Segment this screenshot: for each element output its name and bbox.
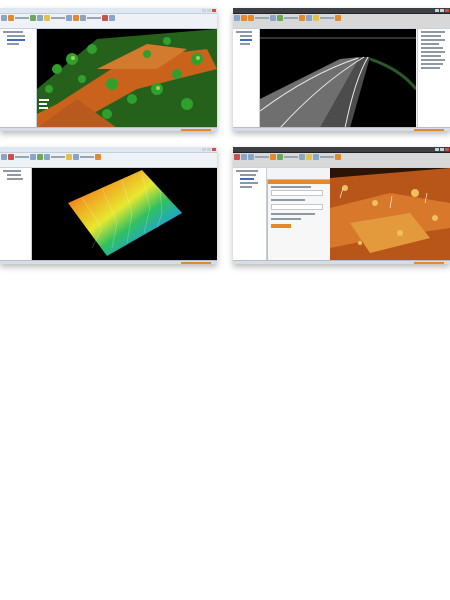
tool-icon[interactable] <box>306 154 312 160</box>
3d-viewport[interactable] <box>32 168 217 261</box>
project-tree[interactable] <box>0 168 32 264</box>
properties-panel[interactable] <box>417 29 450 131</box>
tool-icon[interactable] <box>270 154 276 160</box>
open-icon[interactable] <box>1 15 7 21</box>
window-controls[interactable] <box>202 9 216 12</box>
tool-icon[interactable] <box>30 15 36 21</box>
project-tree[interactable] <box>233 168 267 264</box>
status-bar <box>0 127 217 131</box>
tool-icon[interactable] <box>73 154 79 160</box>
tool-icon[interactable] <box>66 15 72 21</box>
3d-viewport[interactable] <box>330 168 450 261</box>
window-controls[interactable] <box>435 9 449 12</box>
status-bar <box>233 127 450 131</box>
tool-icon[interactable] <box>234 15 240 21</box>
screenshot-point-cloud <box>233 147 450 264</box>
tool-icon[interactable] <box>335 154 341 160</box>
tool-icon[interactable] <box>248 154 254 160</box>
ribbon-toolbar[interactable] <box>0 14 217 29</box>
tool-icon[interactable] <box>299 15 305 21</box>
tool-icon[interactable] <box>299 154 305 160</box>
tool-icon[interactable] <box>37 15 43 21</box>
ribbon-toolbar[interactable] <box>233 153 450 168</box>
tool-icon[interactable] <box>234 154 240 160</box>
3d-viewport[interactable] <box>37 29 217 128</box>
3d-viewport[interactable] <box>260 29 416 128</box>
status-bar <box>233 260 450 264</box>
tool-icon[interactable] <box>1 154 7 160</box>
tool-icon[interactable] <box>335 15 341 21</box>
status-bar <box>0 260 217 264</box>
screenshot-terrain-city <box>0 8 217 131</box>
tool-icon[interactable] <box>313 154 319 160</box>
ribbon-toolbar[interactable] <box>233 14 450 29</box>
tool-icon[interactable] <box>37 154 43 160</box>
tool-icon[interactable] <box>277 15 283 21</box>
project-tree[interactable] <box>0 29 37 131</box>
orange-point-cloud <box>330 168 450 261</box>
tool-icon[interactable] <box>270 15 276 21</box>
screenshot-elevation-surface <box>0 147 217 264</box>
tool-icon[interactable] <box>102 15 108 21</box>
tool-icon[interactable] <box>248 15 254 21</box>
elevation-model <box>32 168 217 261</box>
project-tree[interactable] <box>233 29 260 131</box>
window-controls[interactable] <box>202 148 216 151</box>
ribbon-toolbar[interactable] <box>0 153 217 168</box>
city-point-cloud <box>37 29 217 128</box>
tool-icon[interactable] <box>73 15 79 21</box>
road-point-cloud <box>260 29 416 128</box>
tool-icon[interactable] <box>241 154 247 160</box>
tool-icon[interactable] <box>109 15 115 21</box>
tool-icon[interactable] <box>313 15 319 21</box>
tool-icon[interactable] <box>66 154 72 160</box>
screenshot-road-night <box>233 8 450 131</box>
tool-icon[interactable] <box>44 15 50 21</box>
settings-dialog[interactable] <box>267 179 331 264</box>
tool-icon[interactable] <box>44 154 50 160</box>
tool-icon[interactable] <box>277 154 283 160</box>
tool-icon[interactable] <box>80 15 86 21</box>
save-icon[interactable] <box>8 15 14 21</box>
tool-icon[interactable] <box>241 15 247 21</box>
tool-icon[interactable] <box>8 154 14 160</box>
tool-icon[interactable] <box>30 154 36 160</box>
window-controls[interactable] <box>435 148 449 151</box>
tool-icon[interactable] <box>306 15 312 21</box>
tool-icon[interactable] <box>95 154 101 160</box>
